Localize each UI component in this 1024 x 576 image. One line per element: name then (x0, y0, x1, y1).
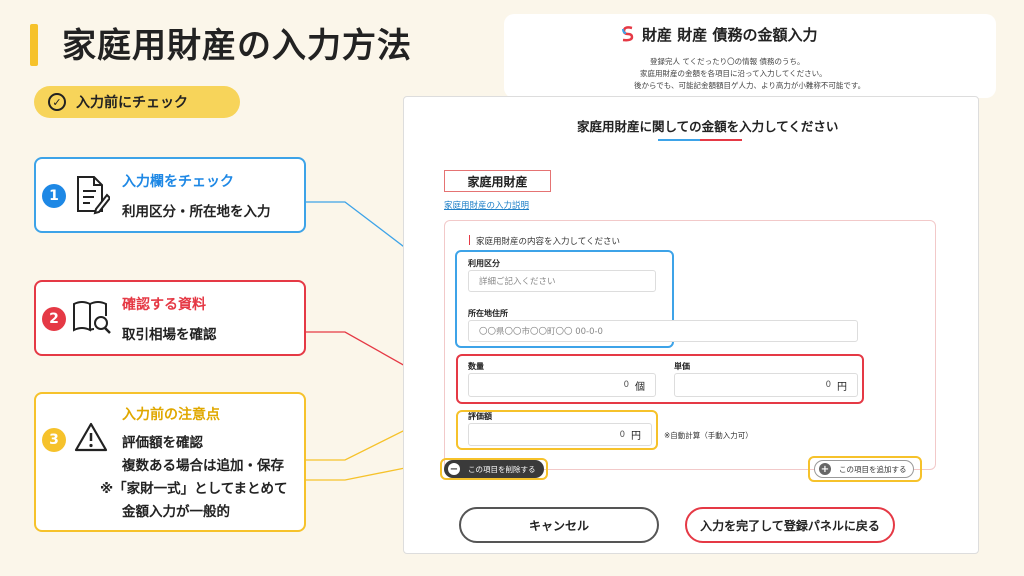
quantity-value: 0 (623, 380, 629, 390)
unit-price-input[interactable]: 0 円 (674, 373, 858, 397)
quantity-unit: 個 (635, 381, 645, 393)
background-panel-line-2: 家庭用財産の金額を各項目に沿って入力してください。 (640, 69, 827, 78)
step-title-2: 確認する資料 (122, 297, 206, 313)
delete-item-button[interactable]: − この項目を削除する (444, 460, 544, 478)
step-title-3: 入力前の注意点 (122, 407, 220, 423)
quantity-input[interactable]: 0 個 (468, 373, 656, 397)
step-card-2: 2 確認する資料 取引相場を確認 (34, 280, 306, 356)
step-body-3d: 金額入力が一般的 (122, 504, 230, 520)
step-body-3c: ※「家財一式」としてまとめて (100, 481, 288, 497)
form-heading: 家庭用財産に関しての金額を入力してください (577, 119, 839, 134)
delete-item-label: この項目を削除する (468, 464, 536, 474)
unit-price-label: 単価 (674, 362, 690, 371)
add-item-button[interactable]: + この項目を追加する (814, 460, 914, 478)
heading-underline-red (700, 139, 742, 141)
valuation-label: 評価額 (468, 412, 492, 421)
warning-icon (74, 422, 108, 452)
valuation-unit: 円 (631, 431, 641, 442)
background-panel-line-1: 登録完人 てくだったり〇の情報 債務のうち。 (650, 57, 805, 66)
section-label: 家庭用財産の内容を入力してください (476, 237, 620, 247)
auto-calc-note: ※自動計算（手動入力可） (664, 431, 753, 440)
help-link[interactable]: 家庭用財産の入力説明 (444, 199, 529, 211)
step-card-1: 1 入力欄をチェック 利用区分・所在地を入力 (34, 157, 306, 233)
step-title-1: 入力欄をチェック (122, 174, 234, 190)
step-number-2: 2 (42, 307, 66, 331)
tab-household-property[interactable]: 家庭用財産 (444, 170, 551, 192)
plus-icon: + (819, 463, 831, 475)
background-panel-line-3: 後からでも、可能記金額額目ゲ人力、より高力が小難称不可能です。 (634, 81, 866, 90)
step-body-1: 利用区分・所在地を入力 (122, 204, 271, 220)
step-number-1: 1 (42, 184, 66, 208)
section-marker (469, 235, 470, 245)
location-input[interactable]: 〇〇県〇〇市〇〇町〇〇 00-0-0 (468, 320, 858, 342)
valuation-value: 0 (619, 429, 625, 440)
quantity-label: 数量 (468, 362, 484, 371)
location-label: 所在地住所 (468, 309, 508, 318)
heading-underline-blue (658, 139, 700, 141)
step-card-3: 3 入力前の注意点 評価額を確認 複数ある場合は追加・保存 ※「家財一式」として… (34, 392, 306, 532)
background-panel-title: 財産 財産 債務の金額入力 (642, 26, 818, 44)
unit-price-unit: 円 (837, 381, 847, 393)
valuation-input[interactable]: 0 円 (468, 423, 652, 446)
usage-label: 利用区分 (468, 259, 500, 268)
step-number-3: 3 (42, 428, 66, 452)
usage-input[interactable]: 詳細ご記入ください (468, 270, 656, 292)
complete-button[interactable]: 入力を完了して登録パネルに戻る (685, 507, 895, 543)
book-magnifier-icon (73, 301, 111, 334)
app-logo-icon (622, 26, 634, 42)
cancel-button[interactable]: キャンセル (459, 507, 659, 543)
step-body-2: 取引相場を確認 (122, 327, 217, 343)
minus-icon: − (448, 463, 460, 475)
step-body-3a: 評価額を確認 (122, 435, 203, 451)
document-pencil-icon (77, 176, 110, 215)
add-item-label: この項目を追加する (839, 464, 907, 474)
step-body-3b: 複数ある場合は追加・保存 (122, 458, 284, 474)
unit-price-value: 0 (825, 380, 831, 390)
